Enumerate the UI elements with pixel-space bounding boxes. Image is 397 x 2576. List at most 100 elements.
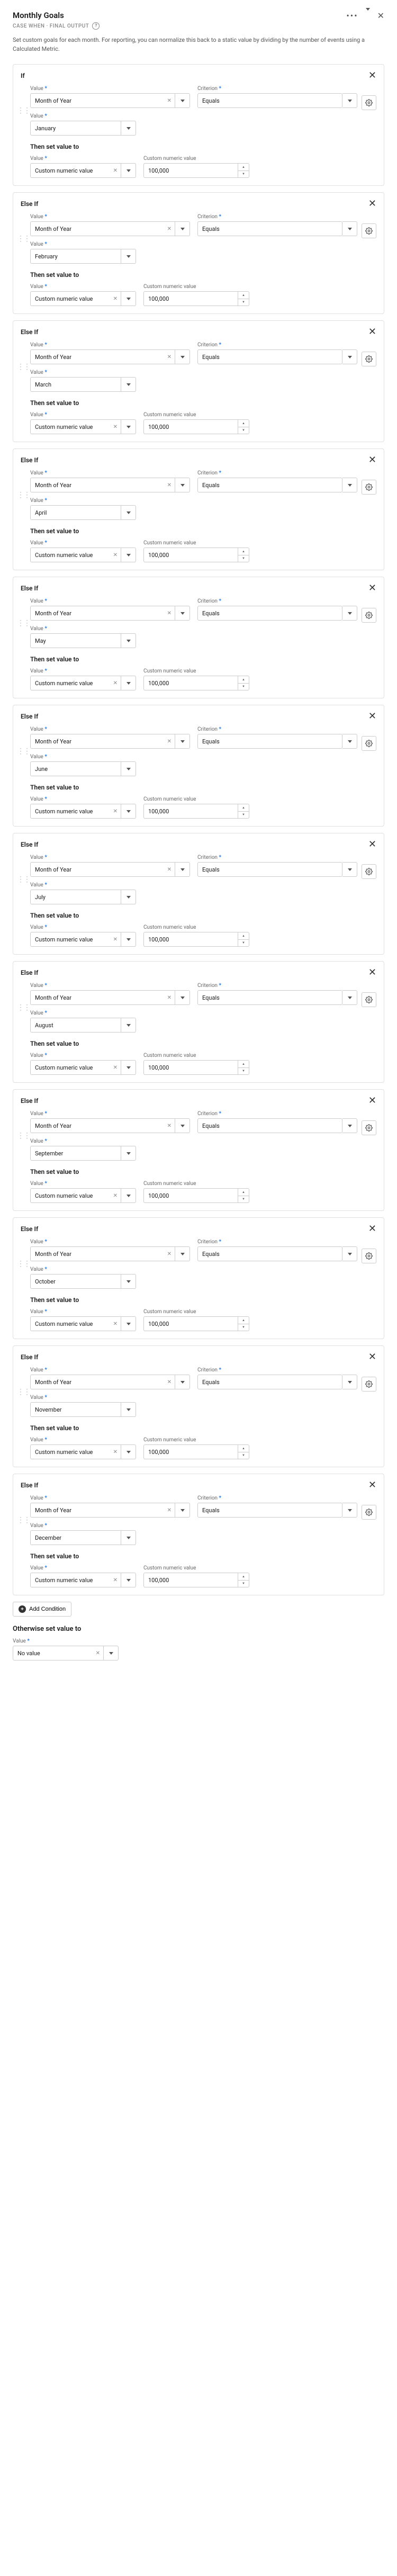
dropdown-button[interactable] — [121, 1146, 136, 1161]
dropdown-button[interactable] — [121, 633, 136, 648]
value-month-select[interactable]: June — [30, 761, 121, 776]
value-type-select[interactable]: Custom numeric value ✕ — [30, 291, 121, 306]
value-month-select[interactable]: May — [30, 633, 121, 648]
remove-case-button[interactable]: ✕ — [368, 584, 376, 593]
spinner-down-icon[interactable]: ▼ — [238, 171, 249, 178]
dropdown-button[interactable] — [342, 349, 357, 364]
spinner-down-icon[interactable]: ▼ — [238, 299, 249, 306]
dropdown-button[interactable] — [121, 1018, 136, 1033]
dropdown-button[interactable] — [342, 734, 357, 749]
dropdown-button[interactable] — [121, 932, 136, 947]
spinner-down-icon[interactable]: ▼ — [238, 1581, 249, 1587]
dropdown-button[interactable] — [121, 1274, 136, 1289]
clear-icon[interactable]: ✕ — [113, 680, 118, 686]
value-month-select[interactable]: October — [30, 1274, 121, 1289]
numeric-value-input[interactable]: 100,000 — [143, 1316, 238, 1331]
spinner-down-icon[interactable]: ▼ — [238, 684, 249, 690]
settings-button[interactable] — [362, 95, 376, 110]
dropdown-button[interactable] — [121, 1402, 136, 1417]
value-type-select[interactable]: Custom numeric value ✕ — [30, 1316, 121, 1331]
dropdown-button[interactable] — [121, 1530, 136, 1545]
dropdown-button[interactable] — [121, 419, 136, 434]
value-type-select[interactable]: Custom numeric value ✕ — [30, 676, 121, 690]
spinner-up-icon[interactable]: ▲ — [238, 1445, 249, 1452]
number-spinner[interactable]: ▲ ▼ — [238, 1188, 249, 1203]
settings-button[interactable] — [362, 1377, 376, 1392]
value-dimension-select[interactable]: Month of Year ✕ — [30, 1503, 175, 1518]
numeric-value-input[interactable]: 100,000 — [143, 419, 238, 434]
clear-icon[interactable]: ✕ — [167, 611, 172, 616]
clear-icon[interactable]: ✕ — [113, 1065, 118, 1071]
dropdown-button[interactable] — [342, 221, 357, 236]
value-month-select[interactable]: April — [30, 505, 121, 520]
number-spinner[interactable]: ▲ ▼ — [238, 932, 249, 947]
dropdown-button[interactable] — [175, 478, 190, 492]
criterion-select[interactable]: Equals — [197, 862, 342, 877]
numeric-value-input[interactable]: 100,000 — [143, 1444, 238, 1459]
numeric-value-input[interactable]: 100,000 — [143, 1573, 238, 1587]
drag-handle-icon[interactable] — [21, 1132, 26, 1140]
clear-icon[interactable]: ✕ — [167, 1251, 172, 1257]
dropdown-button[interactable] — [121, 547, 136, 562]
clear-icon[interactable]: ✕ — [113, 552, 118, 558]
value-type-select[interactable]: Custom numeric value ✕ — [30, 1060, 121, 1075]
dropdown-button[interactable] — [175, 990, 190, 1005]
spinner-up-icon[interactable]: ▲ — [238, 1573, 249, 1581]
spinner-down-icon[interactable]: ▼ — [238, 1324, 249, 1331]
clear-icon[interactable]: ✕ — [167, 867, 172, 873]
dropdown-button[interactable] — [121, 1316, 136, 1331]
remove-case-button[interactable]: ✕ — [368, 327, 376, 337]
value-month-select[interactable]: August — [30, 1018, 121, 1033]
remove-case-button[interactable]: ✕ — [368, 1480, 376, 1490]
dropdown-button[interactable] — [175, 349, 190, 364]
otherwise-value-select[interactable]: No value ✕ — [13, 1646, 104, 1661]
drag-handle-icon[interactable] — [21, 1003, 26, 1012]
dropdown-button[interactable] — [175, 606, 190, 621]
remove-case-button[interactable]: ✕ — [368, 840, 376, 849]
spinner-up-icon[interactable]: ▲ — [238, 1189, 249, 1196]
clear-icon[interactable]: ✕ — [167, 1379, 172, 1385]
dropdown-button[interactable] — [175, 93, 190, 108]
criterion-select[interactable]: Equals — [197, 606, 342, 621]
dropdown-button[interactable] — [342, 862, 357, 877]
dropdown-button[interactable] — [175, 734, 190, 749]
value-dimension-select[interactable]: Month of Year ✕ — [30, 606, 175, 621]
spinner-down-icon[interactable]: ▼ — [238, 1196, 249, 1203]
remove-case-button[interactable]: ✕ — [368, 199, 376, 209]
numeric-value-input[interactable]: 100,000 — [143, 676, 238, 690]
criterion-select[interactable]: Equals — [197, 1503, 342, 1518]
remove-case-button[interactable]: ✕ — [368, 1096, 376, 1106]
number-spinner[interactable]: ▲ ▼ — [238, 419, 249, 434]
value-type-select[interactable]: Custom numeric value ✕ — [30, 1444, 121, 1459]
dropdown-button[interactable] — [175, 1375, 190, 1389]
criterion-select[interactable]: Equals — [197, 349, 342, 364]
dropdown-button[interactable] — [121, 1188, 136, 1203]
dropdown-button[interactable] — [342, 1375, 357, 1389]
drag-handle-icon[interactable] — [21, 235, 26, 243]
drag-handle-icon[interactable] — [21, 363, 26, 371]
spinner-up-icon[interactable]: ▲ — [238, 164, 249, 171]
drag-handle-icon[interactable] — [21, 491, 26, 499]
dropdown-button[interactable] — [121, 163, 136, 178]
clear-icon[interactable]: ✕ — [167, 354, 172, 360]
clear-icon[interactable]: ✕ — [113, 1577, 118, 1583]
number-spinner[interactable]: ▲ ▼ — [238, 1573, 249, 1587]
settings-button[interactable] — [362, 352, 376, 366]
settings-button[interactable] — [362, 1120, 376, 1135]
clear-icon[interactable]: ✕ — [113, 937, 118, 943]
remove-case-button[interactable]: ✕ — [368, 712, 376, 721]
remove-case-button[interactable]: ✕ — [368, 71, 376, 80]
settings-button[interactable] — [362, 480, 376, 495]
add-condition-button[interactable]: + Add Condition — [13, 1602, 71, 1617]
spinner-up-icon[interactable]: ▲ — [238, 420, 249, 427]
numeric-value-input[interactable]: 100,000 — [143, 932, 238, 947]
drag-handle-icon[interactable] — [21, 619, 26, 627]
value-dimension-select[interactable]: Month of Year ✕ — [30, 734, 175, 749]
value-month-select[interactable]: January — [30, 121, 121, 136]
value-dimension-select[interactable]: Month of Year ✕ — [30, 990, 175, 1005]
dropdown-button[interactable] — [342, 1503, 357, 1518]
remove-case-button[interactable]: ✕ — [368, 455, 376, 465]
clear-icon[interactable]: ✕ — [167, 739, 172, 744]
drag-handle-icon[interactable] — [21, 1388, 26, 1396]
dropdown-button[interactable] — [175, 1118, 190, 1133]
